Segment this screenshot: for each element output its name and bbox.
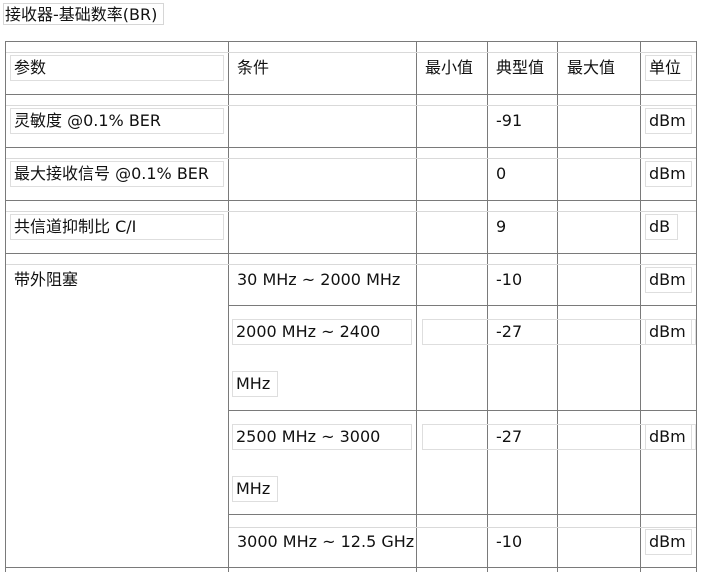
- col-divider: [640, 41, 641, 572]
- row-divider: [228, 410, 697, 411]
- row-param: 最大接收信号 @0.1% BER: [10, 161, 224, 187]
- row-unit: dBm: [645, 161, 692, 187]
- row-divider: [5, 200, 697, 201]
- blocking-condition: 2500 MHz ~ 3000: [232, 424, 412, 450]
- header-condition: 条件: [237, 58, 270, 77]
- header-param: 参数: [10, 55, 224, 81]
- blocking-unit: dBm: [645, 529, 692, 555]
- table-bottom-border: [5, 567, 697, 568]
- col-divider: [228, 41, 229, 572]
- col-divider: [416, 41, 417, 572]
- row-param: 共信道抑制比 C/I: [10, 214, 224, 240]
- row-unit: dBm: [645, 108, 692, 134]
- blocking-typ: -27: [496, 322, 523, 341]
- blocking-unit: dBm: [645, 267, 692, 293]
- row-typ: 0: [496, 164, 507, 183]
- blocking-typ: -10: [496, 270, 523, 289]
- header-max: 最大值: [567, 58, 616, 77]
- blocking-param: 带外阻塞: [14, 270, 79, 289]
- col-divider: [696, 41, 697, 572]
- col-divider: [487, 41, 488, 572]
- row-param: 灵敏度 @0.1% BER: [10, 108, 224, 134]
- header-unit: 单位: [645, 55, 692, 81]
- blocking-condition: 3000 MHz ~ 12.5 GHz: [237, 532, 415, 551]
- blocking-condition: 2000 MHz ~ 2400: [232, 319, 412, 345]
- blocking-condition-unit: MHz: [232, 371, 278, 397]
- blocking-unit: dBm: [645, 424, 692, 450]
- blocking-unit: dBm: [645, 319, 692, 345]
- blocking-condition-unit: MHz: [232, 476, 278, 502]
- row-divider: [228, 305, 697, 306]
- col-divider: [557, 41, 558, 572]
- row-divider: [5, 94, 697, 95]
- blocking-typ: -27: [496, 427, 523, 446]
- row-typ: -91: [496, 111, 523, 130]
- table-top-border: [5, 41, 697, 42]
- row-divider: [228, 514, 697, 515]
- header-min: 最小值: [425, 58, 474, 77]
- header-typ: 典型值: [496, 58, 545, 77]
- row-divider: [5, 253, 697, 254]
- row-divider: [5, 147, 697, 148]
- blocking-typ: -10: [496, 532, 523, 551]
- row-typ: 9: [496, 217, 507, 236]
- col-divider: [5, 41, 6, 572]
- row-unit: dB: [645, 214, 678, 240]
- blocking-condition: 30 MHz ~ 2000 MHz: [237, 270, 401, 289]
